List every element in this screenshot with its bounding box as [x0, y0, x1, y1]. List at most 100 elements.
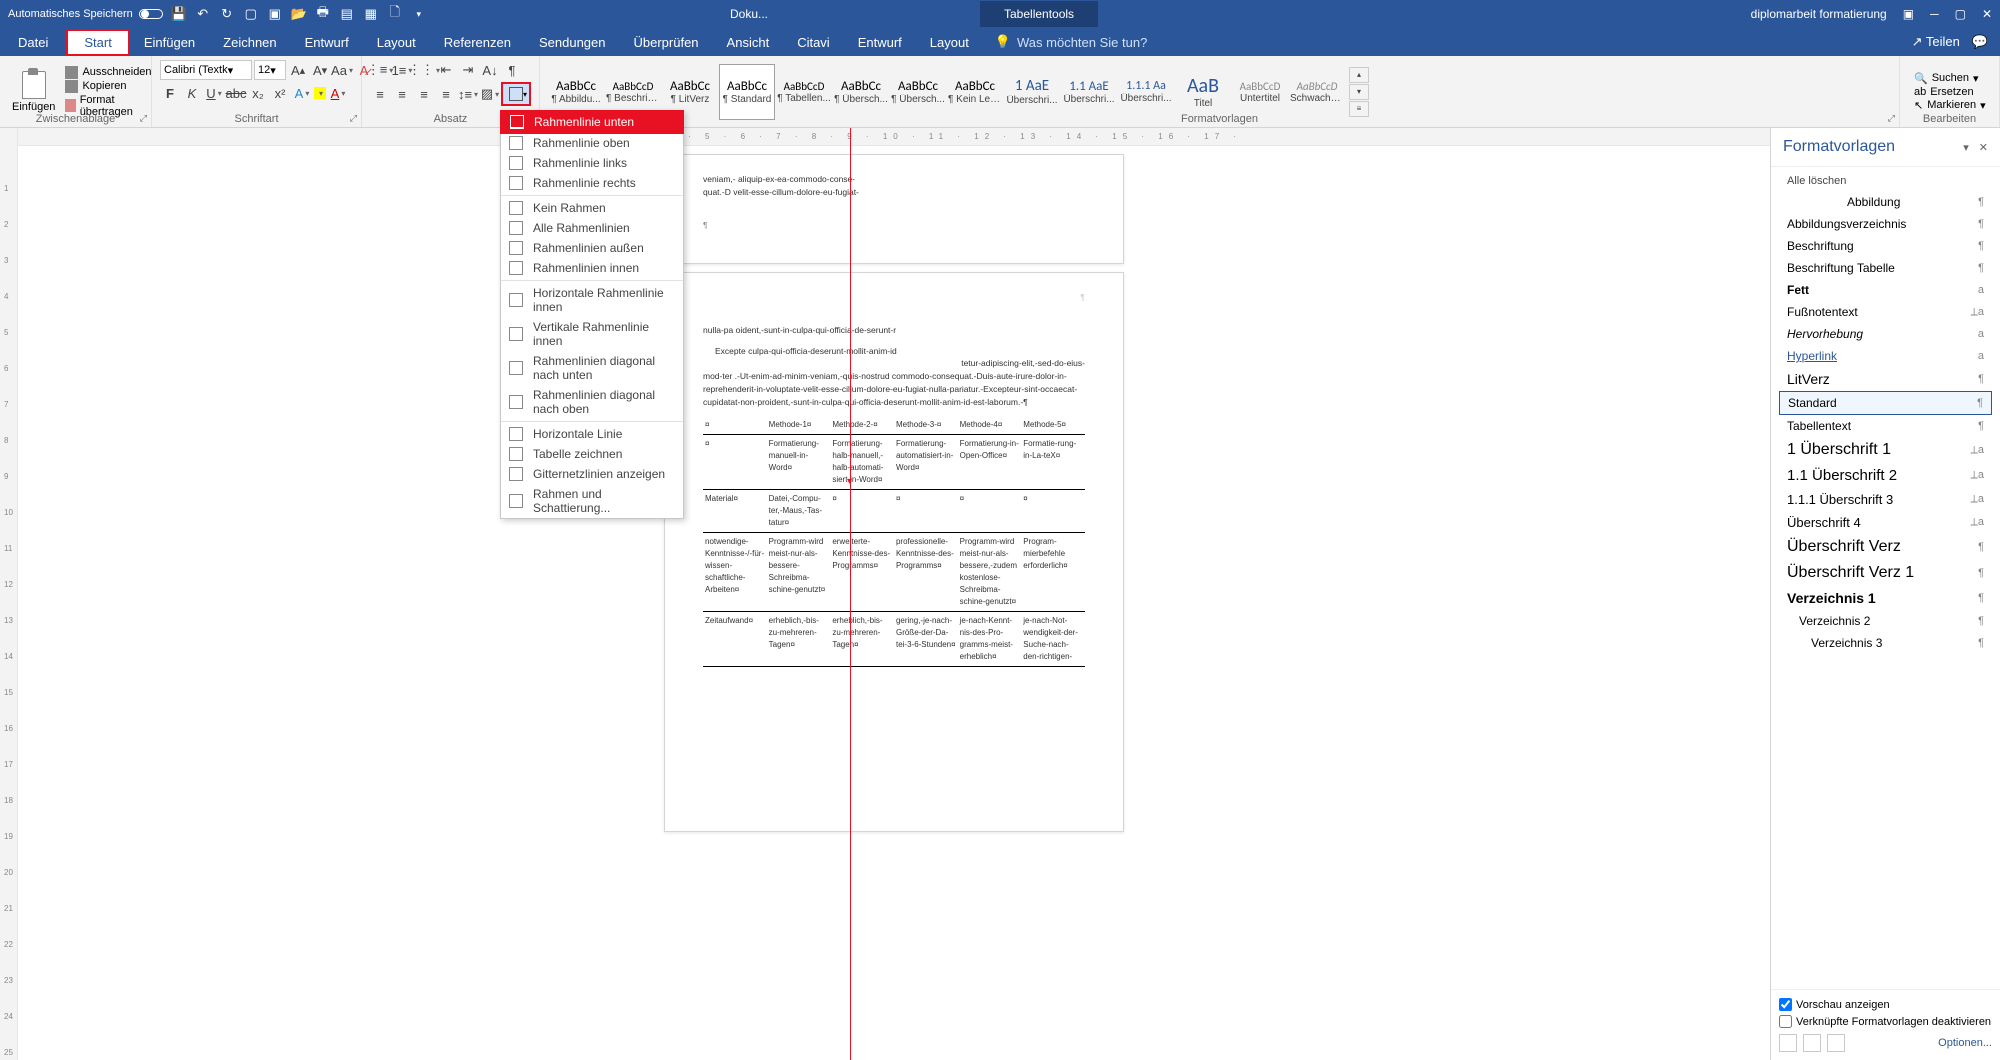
bullets-button[interactable]: ⋮≡ — [370, 60, 390, 80]
borders-menu-item[interactable]: Horizontale Linie — [501, 424, 683, 444]
tab-sendungen[interactable]: Sendungen — [525, 29, 620, 56]
style-row[interactable]: Standard¶ — [1779, 391, 1992, 415]
borders-menu-item[interactable]: Rahmenlinie unten — [500, 110, 684, 134]
table-icon[interactable]: ▦ — [363, 6, 379, 22]
cut-button[interactable]: Ausschneiden — [65, 66, 151, 79]
tab-referenzen[interactable]: Referenzen — [430, 29, 525, 56]
tab-zeichnen[interactable]: Zeichnen — [209, 29, 290, 56]
replace-button[interactable]: abErsetzen — [1914, 86, 1986, 98]
justify-button[interactable]: ≡ — [436, 84, 456, 104]
new-style-button[interactable] — [1779, 1034, 1797, 1052]
tab-ueberpruefen[interactable]: Überprüfen — [620, 29, 713, 56]
borders-menu-item[interactable]: Rahmenlinien außen — [501, 238, 683, 258]
borders-menu-item[interactable]: Horizontale Rahmenlinie innen — [501, 283, 683, 317]
newdoc-icon[interactable]: 🗋 — [387, 6, 403, 22]
strike-button[interactable]: abc — [226, 83, 246, 103]
highlight-button[interactable] — [314, 87, 326, 99]
tab-layout[interactable]: Layout — [363, 29, 430, 56]
launcher-icon[interactable]: ⤢ — [350, 113, 357, 124]
style-row[interactable]: Abbildung¶ — [1779, 191, 1992, 213]
tell-me[interactable]: 💡 Was möchten Sie tun? — [995, 34, 1148, 50]
style-row[interactable]: Abbildungsverzeichnis¶ — [1779, 213, 1992, 235]
share-button[interactable]: ↗ Teilen — [1912, 34, 1960, 50]
clear-all-styles[interactable]: Alle löschen — [1779, 171, 1992, 191]
line-spacing-button[interactable]: ↕≡ — [458, 84, 478, 104]
tab-einfuegen[interactable]: Einfügen — [130, 29, 209, 56]
maximize-icon[interactable]: ▢ — [1955, 7, 1966, 21]
autosave-toggle[interactable]: Automatisches Speichern — [8, 8, 163, 20]
grow-font-button[interactable]: A▴ — [288, 60, 308, 80]
style-row[interactable]: Fetta — [1779, 279, 1992, 301]
tab-datei[interactable]: Datei — [0, 29, 66, 56]
borders-menu-item[interactable]: Rahmenlinien innen — [501, 258, 683, 278]
qat-icon[interactable]: ▣ — [267, 6, 283, 22]
sort-button[interactable]: A↓ — [480, 60, 500, 80]
style-row[interactable]: Tabellentext¶ — [1779, 415, 1992, 437]
copy-button[interactable]: Kopieren — [65, 80, 151, 93]
style-row[interactable]: Beschriftung Tabelle¶ — [1779, 257, 1992, 279]
print-icon[interactable]: 🖶 — [315, 6, 331, 22]
tab-entwurf[interactable]: Entwurf — [291, 29, 363, 56]
tab-ansicht[interactable]: Ansicht — [713, 29, 784, 56]
style-row[interactable]: Verzeichnis 1¶ — [1779, 586, 1992, 610]
close-icon[interactable]: ✕ — [1982, 7, 1992, 21]
shading-button[interactable]: ▨ — [480, 84, 500, 104]
launcher-icon[interactable]: ⤢ — [140, 113, 147, 124]
indent-button[interactable]: ⇥ — [458, 60, 478, 80]
font-size-select[interactable]: 12 ▾ — [254, 60, 286, 80]
borders-menu-item[interactable]: Rahmenlinien diagonal nach oben — [501, 385, 683, 419]
style-row[interactable]: Überschrift Verz¶ — [1779, 534, 1992, 560]
save-icon[interactable]: 💾 — [171, 6, 187, 22]
subscript-button[interactable]: x₂ — [248, 83, 268, 103]
document-area[interactable]: ▾ · 1 · 2 · 3 · 4 · 5 · 6 · 7 · 8 · 9 · … — [18, 128, 1770, 1060]
display-options-icon[interactable]: ▣ — [1903, 7, 1914, 21]
style-row[interactable]: 1.1.1 Überschrift 3⟂a — [1779, 488, 1992, 511]
pane-close-icon[interactable]: ✕ — [1979, 141, 1988, 154]
style-row[interactable]: Überschrift Verz 1¶ — [1779, 560, 1992, 586]
style-row[interactable]: Hervorhebunga — [1779, 323, 1992, 345]
undo-icon[interactable]: ↶ — [195, 6, 211, 22]
preview-checkbox[interactable]: Vorschau anzeigen — [1779, 998, 1992, 1011]
tab-citavi[interactable]: Citavi — [783, 29, 844, 56]
inspector-button[interactable] — [1803, 1034, 1821, 1052]
align-left-button[interactable]: ≡ — [370, 84, 390, 104]
options-link[interactable]: Optionen... — [1938, 1037, 1992, 1049]
qat-icon[interactable]: ▤ — [339, 6, 355, 22]
qat-icon[interactable]: ▢ — [243, 6, 259, 22]
style-row[interactable]: Beschriftung¶ — [1779, 235, 1992, 257]
outdent-button[interactable]: ⇤ — [436, 60, 456, 80]
borders-button[interactable] — [502, 83, 530, 105]
multilevel-button[interactable]: ⋮⋮ — [414, 60, 434, 80]
styles-scroll-up[interactable]: ▴ — [1349, 67, 1369, 83]
style-row[interactable]: Verzeichnis 2¶ — [1779, 610, 1992, 632]
borders-menu-item[interactable]: Gitternetzlinien anzeigen — [501, 464, 683, 484]
linked-checkbox[interactable]: Verknüpfte Formatvorlagen deaktivieren — [1779, 1015, 1992, 1028]
change-case-button[interactable]: Aa — [332, 60, 352, 80]
launcher-icon[interactable]: ⤢ — [1888, 113, 1895, 124]
select-button[interactable]: ↖Markieren ▾ — [1914, 99, 1986, 112]
tab-table-layout[interactable]: Layout — [916, 29, 983, 56]
text-effects-button[interactable]: A — [292, 83, 312, 103]
shrink-font-button[interactable]: A▾ — [310, 60, 330, 80]
borders-menu-item[interactable]: Tabelle zeichnen — [501, 444, 683, 464]
borders-menu-item[interactable]: Alle Rahmenlinien — [501, 218, 683, 238]
qat-more-icon[interactable]: ▾ — [411, 6, 427, 22]
tab-start[interactable]: Start — [66, 29, 129, 56]
comments-icon[interactable]: 💬 — [1972, 34, 1988, 50]
open-icon[interactable]: 📂 — [291, 6, 307, 22]
italic-button[interactable]: K — [182, 83, 202, 103]
underline-button[interactable]: U — [204, 83, 224, 103]
bold-button[interactable]: F — [160, 83, 180, 103]
style-row[interactable]: 1 Überschrift 1⟂a — [1779, 437, 1992, 463]
borders-menu-item[interactable]: Rahmenlinie rechts — [501, 173, 683, 193]
align-center-button[interactable]: ≡ — [392, 84, 412, 104]
document-table[interactable]: ¤Methode-1¤Methode-2-¤Methode-3-¤Methode… — [703, 416, 1085, 667]
style-row[interactable]: LitVerz¶ — [1779, 367, 1992, 391]
style-row[interactable]: Verzeichnis 3¶ — [1779, 632, 1992, 654]
pane-options-icon[interactable]: ▾ — [1963, 141, 1969, 154]
borders-menu-item[interactable]: Rahmenlinie links — [501, 153, 683, 173]
borders-menu-item[interactable]: Kein Rahmen — [501, 198, 683, 218]
align-right-button[interactable]: ≡ — [414, 84, 434, 104]
borders-menu-item[interactable]: Rahmen und Schattierung... — [501, 484, 683, 518]
font-color-button[interactable]: A — [328, 83, 348, 103]
